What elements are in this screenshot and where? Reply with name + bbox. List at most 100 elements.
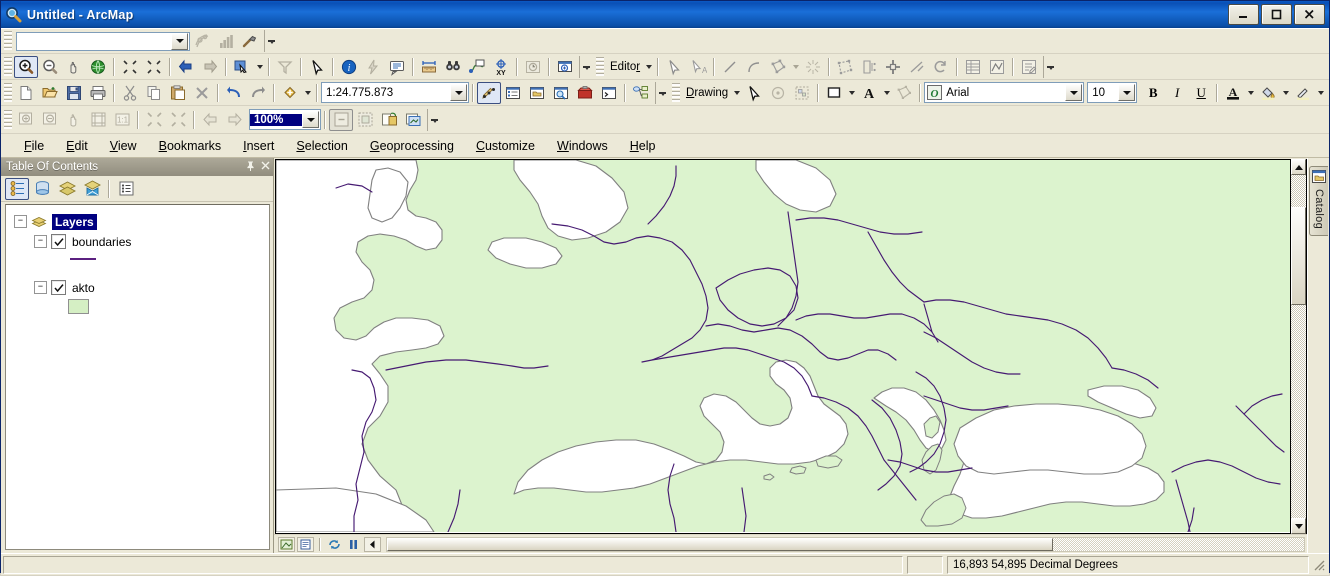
editor-toolbar-grip[interactable] — [596, 56, 604, 77]
menu-item-edit[interactable]: Edit — [55, 136, 99, 156]
menu-item-bookmarks[interactable]: Bookmarks — [148, 136, 233, 156]
map-canvas[interactable] — [275, 159, 1290, 534]
marker-color-button[interactable] — [1326, 82, 1330, 104]
scroll-down-button[interactable] — [1291, 518, 1306, 534]
go-forward-extent-tool[interactable] — [198, 56, 222, 78]
list-by-visibility-button[interactable] — [55, 178, 79, 200]
underline-button[interactable]: U — [1189, 82, 1213, 104]
delete-button[interactable] — [190, 82, 214, 104]
data-view-button[interactable] — [278, 536, 295, 552]
options-button[interactable] — [114, 178, 138, 200]
standard-overflow-button[interactable] — [655, 81, 669, 104]
zoom-in-tool[interactable] — [14, 55, 38, 78]
histogram-icon[interactable] — [214, 30, 238, 52]
toolbar-grip[interactable] — [4, 82, 12, 103]
menu-item-insert[interactable]: Insert — [232, 136, 285, 156]
maximize-button[interactable] — [1261, 4, 1292, 25]
data-driven-pages-button[interactable] — [401, 109, 425, 131]
vertical-scroll-track[interactable] — [1291, 175, 1306, 518]
new-map-file-button[interactable] — [14, 82, 38, 104]
close-button[interactable] — [1294, 4, 1325, 25]
add-data-dropdown[interactable] — [302, 82, 313, 104]
editor-dropdown-icon[interactable] — [643, 56, 654, 78]
line-symbol-swatch[interactable] — [70, 258, 96, 260]
editor-menu-button[interactable]: Editor — [606, 61, 643, 73]
chevron-down-icon[interactable] — [171, 32, 188, 50]
menu-item-geoprocessing[interactable]: Geoprocessing — [359, 136, 465, 156]
full-extent-tool[interactable] — [86, 56, 110, 78]
geostatistical-analyst-icon[interactable] — [190, 30, 214, 52]
line-color-dropdown[interactable] — [1315, 82, 1326, 104]
line-color-button[interactable] — [1291, 82, 1315, 104]
save-button[interactable] — [62, 82, 86, 104]
go-to-xy-tool[interactable]: XY — [489, 56, 513, 78]
font-size-combo[interactable]: 10 — [1087, 82, 1138, 103]
go-back-extent-tool[interactable] — [174, 56, 198, 78]
expand-collapse-icon[interactable]: − — [34, 281, 47, 294]
layer-visibility-checkbox[interactable] — [51, 234, 66, 249]
undo-button[interactable] — [222, 82, 246, 104]
identify-tool[interactable]: i — [337, 56, 361, 78]
redo-button[interactable] — [246, 82, 270, 104]
model-builder-button[interactable] — [629, 82, 653, 104]
select-elements-tool[interactable] — [742, 82, 766, 104]
toolbar-grip[interactable] — [4, 31, 12, 51]
toc-symbol-akto[interactable] — [6, 298, 269, 314]
menu-item-customize[interactable]: Customize — [465, 136, 546, 156]
hammer-customize-icon[interactable] — [238, 30, 262, 52]
search-window-button[interactable] — [549, 82, 573, 104]
editor-overflow-button[interactable] — [1043, 55, 1057, 78]
menu-item-file[interactable]: File — [13, 136, 55, 156]
fill-bucket-dropdown[interactable] — [1280, 82, 1291, 104]
menu-item-selection[interactable]: Selection — [285, 136, 358, 156]
layout-overflow-button[interactable] — [427, 108, 441, 131]
catalog-window-button[interactable] — [525, 82, 549, 104]
map-vertical-scrollbar[interactable] — [1290, 159, 1307, 534]
command-combo[interactable] — [16, 31, 190, 51]
fixed-zoom-in-tool[interactable] — [118, 56, 142, 78]
python-window-button[interactable] — [597, 82, 621, 104]
font-color-dropdown[interactable] — [881, 82, 892, 104]
toolbar-grip[interactable] — [4, 56, 12, 77]
paste-button[interactable] — [166, 82, 190, 104]
create-viewer-window-tool[interactable] — [553, 56, 577, 78]
find-tool[interactable] — [441, 56, 465, 78]
html-popup-tool[interactable] — [385, 56, 409, 78]
toolbar-grip[interactable] — [4, 109, 12, 130]
fixed-zoom-out-tool[interactable] — [142, 56, 166, 78]
polygon-symbol-swatch[interactable] — [68, 298, 89, 314]
drawing-toolbar-grip[interactable] — [672, 82, 680, 103]
pin-icon[interactable] — [243, 160, 258, 174]
toolbar-overflow-button[interactable] — [264, 30, 278, 52]
print-button[interactable] — [86, 82, 110, 104]
minimize-button[interactable] — [1228, 4, 1259, 25]
vertical-scroll-thumb[interactable] — [1291, 207, 1306, 305]
text-color-button[interactable]: A — [1221, 82, 1245, 104]
font-color-button[interactable]: A — [857, 82, 881, 104]
open-button[interactable] — [38, 82, 62, 104]
map-horizontal-scrollbar[interactable] — [386, 536, 1305, 552]
font-family-combo[interactable]: O Arial — [924, 82, 1085, 103]
chevron-down-icon[interactable] — [302, 111, 319, 128]
zoom-out-tool[interactable] — [38, 56, 62, 78]
chevron-down-icon[interactable] — [1065, 84, 1083, 101]
pan-tool[interactable] — [62, 56, 86, 78]
fill-bucket-button[interactable] — [1256, 82, 1280, 104]
chevron-down-icon[interactable] — [1118, 84, 1136, 101]
list-by-source-button[interactable] — [30, 178, 54, 200]
fill-color-button[interactable] — [822, 82, 846, 104]
catalog-tab[interactable]: Catalog — [1309, 166, 1328, 237]
toc-layer-tree[interactable]: − Layers − boundaries − akto — [5, 204, 270, 550]
drawing-menu-button[interactable]: Drawing — [682, 87, 731, 99]
layout-zoom-combo[interactable]: 100% — [249, 109, 321, 130]
select-features-dropdown[interactable] — [254, 56, 265, 78]
menu-item-windows[interactable]: Windows — [546, 136, 619, 156]
tools-overflow-button[interactable] — [579, 55, 593, 78]
measure-tool[interactable] — [417, 56, 441, 78]
resize-grip-icon[interactable] — [1311, 557, 1327, 573]
horizontal-scroll-thumb[interactable] — [387, 537, 1053, 551]
copy-button[interactable] — [142, 82, 166, 104]
fill-color-dropdown[interactable] — [846, 82, 857, 104]
list-by-selection-button[interactable] — [80, 178, 104, 200]
list-by-drawing-order-button[interactable] — [5, 177, 29, 200]
